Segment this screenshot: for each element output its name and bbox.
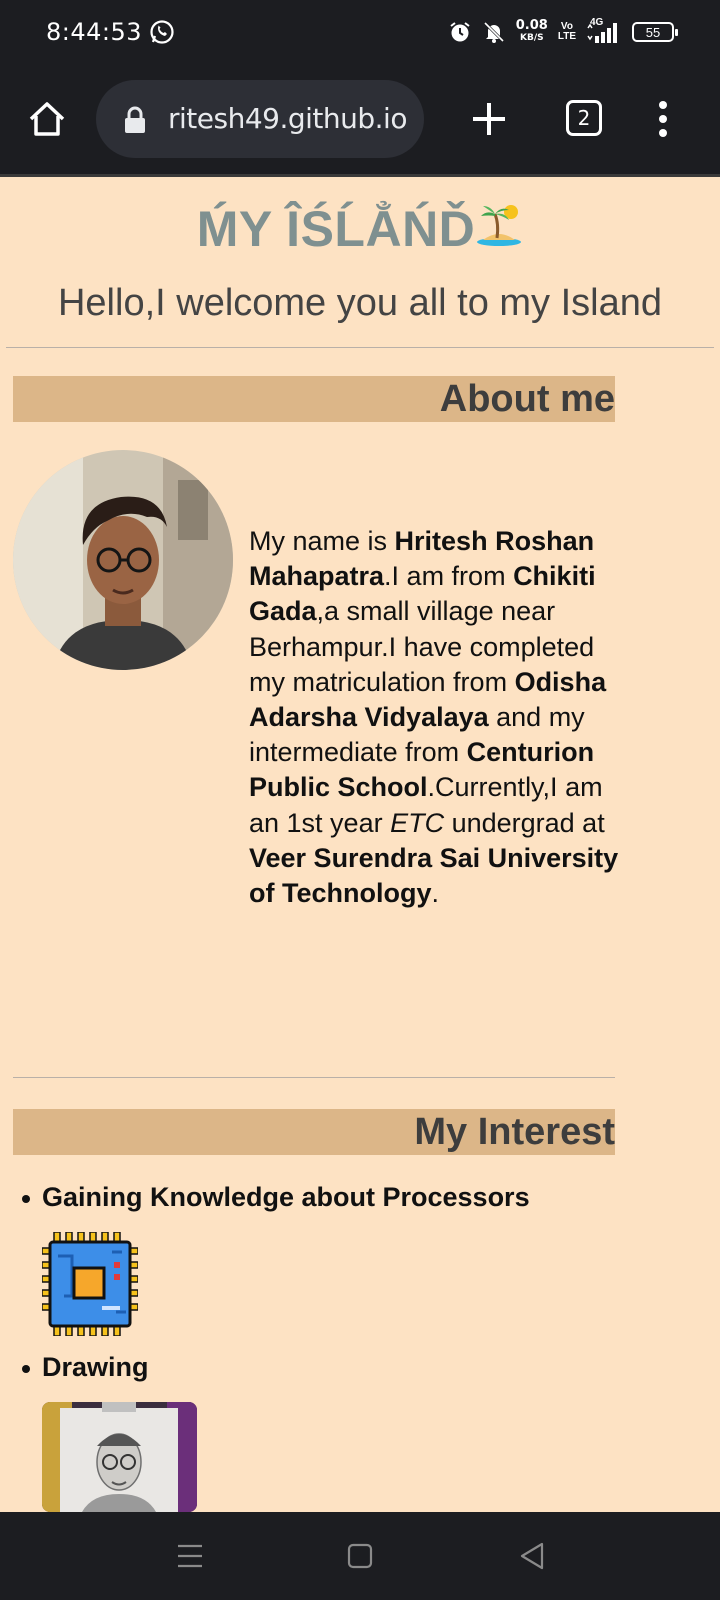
bio-text-segment: . <box>431 878 440 909</box>
lock-icon <box>125 106 145 133</box>
network-speed: 0.08 KB/S <box>515 18 548 44</box>
about-heading: About me <box>13 376 615 422</box>
pencil-sketch-photo <box>42 1402 197 1512</box>
network-speed-unit: KB/S <box>520 33 544 43</box>
processor-chip-icon <box>42 1232 138 1336</box>
bullet <box>22 1194 30 1203</box>
volte-bottom: LTE <box>557 31 576 42</box>
back-icon[interactable] <box>516 1540 548 1572</box>
alarm-icon <box>450 22 470 42</box>
battery-indicator: 55 <box>632 22 678 42</box>
recent-apps-icon[interactable] <box>174 1540 206 1572</box>
page-title: ḾY ÎŚĹẲŃĎ <box>0 200 720 258</box>
bio-paragraph: My name is Hritesh Roshan Mahapatra.I am… <box>249 524 619 911</box>
toolbar-divider <box>0 174 720 177</box>
interest-item-processors: Gaining Knowledge about Processors <box>22 1182 530 1213</box>
divider <box>13 1077 615 1078</box>
signal-indicator: 4G <box>586 17 622 44</box>
bio-text-segment: .I am from <box>384 561 514 592</box>
mute-bell-icon <box>483 21 504 43</box>
volte-indicator: Vo LTE <box>558 22 576 42</box>
url-text[interactable]: ritesh49.github.io <box>168 102 407 135</box>
network-speed-value: 0.08 <box>515 18 548 33</box>
bio-text-segment: undergrad at <box>444 807 605 838</box>
browser-toolbar: ritesh49.github.io 2 <box>0 64 720 174</box>
signal-icon <box>587 23 617 43</box>
status-icons: 0.08 KB/S Vo LTE 4G 55 <box>448 14 678 50</box>
whatsapp-icon <box>150 20 174 44</box>
bio-text-segment: ETC <box>390 807 445 838</box>
status-time: 8:44:53 <box>46 18 143 46</box>
address-bar[interactable]: ritesh49.github.io <box>96 80 424 158</box>
page-title-text: ḾY ÎŚĹẲŃĎ <box>196 201 476 257</box>
interest-heading: My Interest <box>13 1109 615 1155</box>
profile-photo <box>13 450 233 670</box>
system-navigation-bar <box>0 1512 720 1600</box>
bullet <box>22 1364 30 1373</box>
interest-label: Drawing <box>42 1352 149 1382</box>
more-menu-icon[interactable] <box>656 98 670 140</box>
new-tab-icon[interactable] <box>470 100 508 138</box>
status-bar: 8:44:53 0.08 KB/S Vo LTE 4G 55 <box>0 0 720 64</box>
welcome-subtitle: Hello,I welcome you all to my Island <box>57 282 663 324</box>
bio-text-segment: My name is <box>249 526 395 556</box>
home-nav-icon[interactable] <box>344 1540 376 1572</box>
home-icon[interactable] <box>26 98 68 140</box>
island-icon <box>477 205 522 246</box>
interest-label: Gaining Knowledge about Processors <box>42 1182 530 1212</box>
divider <box>6 347 714 348</box>
interest-item-drawing: Drawing <box>22 1352 149 1383</box>
tab-switcher-button[interactable]: 2 <box>566 100 602 136</box>
